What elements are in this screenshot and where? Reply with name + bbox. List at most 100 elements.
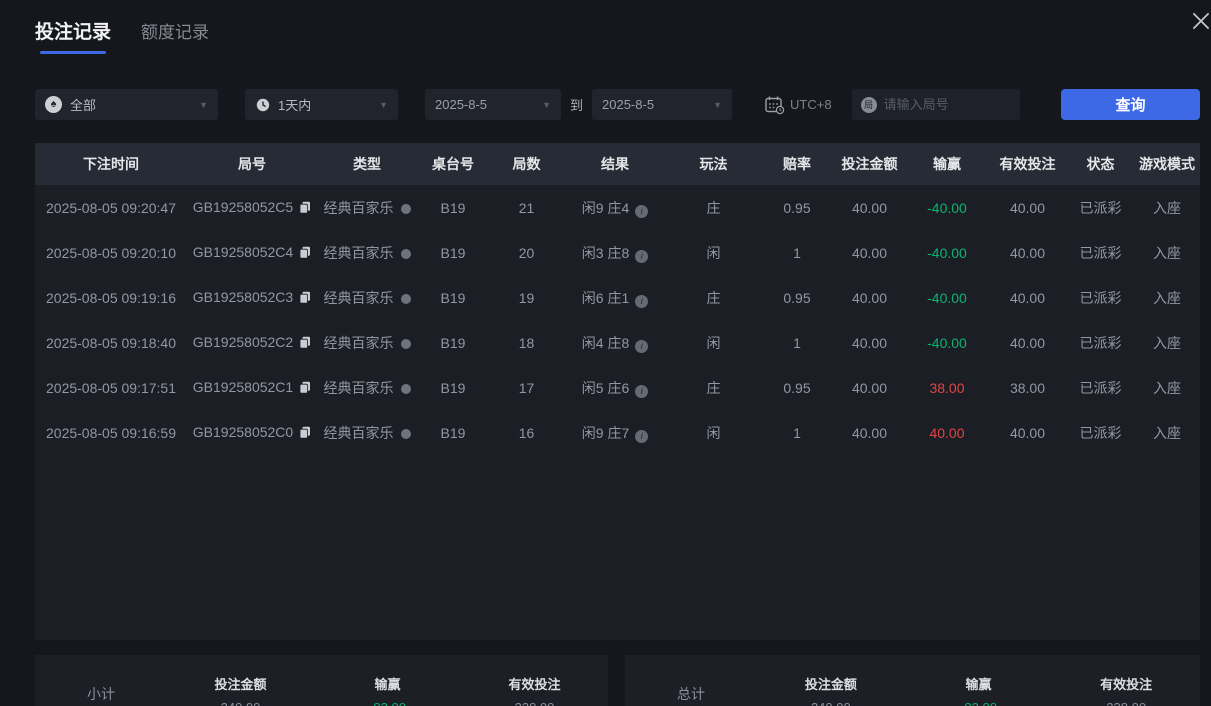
round-count: 20 xyxy=(518,244,535,261)
status: 已派彩 xyxy=(1079,244,1122,261)
game-mode-cell: 入座 xyxy=(1134,275,1200,320)
summary-bar: 小计 投注金额 240.00 输赢 -82.00 有效投注 238.00 总计 … xyxy=(35,655,1200,706)
column-header: 输赢 xyxy=(933,156,961,172)
round-number-input[interactable] xyxy=(883,97,1011,112)
valid-bet-cell: 40.00 xyxy=(988,275,1067,320)
date-from-value: 2025-8-5 xyxy=(435,97,488,112)
info-icon[interactable]: i xyxy=(635,249,649,263)
odds-cell: 0.95 xyxy=(761,185,833,230)
odds-cell: 0.95 xyxy=(761,275,833,320)
round-id-cell: GB19258052C5 xyxy=(187,185,317,230)
copy-icon[interactable] xyxy=(299,381,311,397)
info-icon[interactable]: i xyxy=(635,204,649,218)
win-loss-cell: -40.00 xyxy=(906,275,988,320)
play-method: 闲 xyxy=(706,244,721,261)
date-from-dropdown[interactable]: 2025-8-5 ▼ xyxy=(425,89,561,120)
play-method: 庄 xyxy=(706,379,721,396)
copy-icon[interactable] xyxy=(299,336,311,352)
bet-amount: 40.00 xyxy=(851,424,888,441)
valid-bet-cell: 40.00 xyxy=(988,410,1067,455)
play-method: 闲 xyxy=(706,424,721,441)
table-no-cell: B19 xyxy=(417,185,489,230)
tab-quota-records[interactable]: 额度记录 xyxy=(141,18,209,43)
tab-label: 投注记录 xyxy=(35,22,112,43)
table-row[interactable]: 2025-08-05 09:19:16 GB19258052C3 经典百家乐 B… xyxy=(35,275,1200,320)
bet-time-cell: 2025-08-05 09:20:47 xyxy=(35,185,187,230)
copy-icon[interactable] xyxy=(299,426,311,442)
tab-label: 额度记录 xyxy=(141,23,210,42)
bet-amount: 40.00 xyxy=(851,334,888,351)
copy-icon[interactable] xyxy=(299,246,311,262)
round-number-field[interactable]: 局 xyxy=(851,89,1020,120)
status-cell: 已派彩 xyxy=(1067,365,1134,410)
game-type-cell: 经典百家乐 xyxy=(317,365,417,410)
odds-cell: 1 xyxy=(761,410,833,455)
odds: 1 xyxy=(793,424,801,441)
result-cell: 闲4 庄8 i xyxy=(564,320,666,365)
table-row[interactable]: 2025-08-05 09:18:40 GB19258052C2 经典百家乐 B… xyxy=(35,320,1200,365)
copy-icon[interactable] xyxy=(299,201,311,217)
result: 闲3 庄8 xyxy=(581,244,630,261)
query-button[interactable]: 查询 xyxy=(1061,89,1200,120)
records-table: 下注时间 局号 类型 桌台号 局数 结果 玩法 赔率 投注金额 输赢 有效投注 状态 游戏模式 2025… xyxy=(35,143,1200,640)
bet-amount: 40.00 xyxy=(851,379,888,396)
table-no: B19 xyxy=(440,424,466,441)
date-to-dropdown[interactable]: 2025-8-5 ▼ xyxy=(592,89,733,120)
table-row[interactable]: 2025-08-05 09:20:47 GB19258052C5 经典百家乐 B… xyxy=(35,185,1200,230)
status: 已派彩 xyxy=(1079,424,1122,441)
round-count-cell: 16 xyxy=(489,410,564,455)
total-bet-amount: 投注金额 240.00 xyxy=(804,677,857,706)
round-id-cell: GB19258052C0 xyxy=(187,410,317,455)
bet-time: 2025-08-05 09:19:16 xyxy=(46,289,176,306)
round-id-cell: GB19258052C4 xyxy=(187,230,317,275)
status-dot-icon xyxy=(400,293,411,304)
win-loss: 40.00 xyxy=(929,424,965,441)
column-header: 投注金额 xyxy=(841,156,898,172)
table-no: B19 xyxy=(440,199,466,216)
date-to-value: 2025-8-5 xyxy=(602,97,655,112)
game-type-dropdown[interactable]: ♠ 全部 ▼ xyxy=(35,89,218,120)
info-icon[interactable]: i xyxy=(635,384,649,398)
column-header: 下注时间 xyxy=(83,156,139,172)
status-cell: 已派彩 xyxy=(1067,230,1134,275)
bet-amount-cell: 40.00 xyxy=(833,185,906,230)
play-method-cell: 闲 xyxy=(666,320,761,365)
play-method-cell: 闲 xyxy=(666,410,761,455)
valid-bet: 38.00 xyxy=(1009,379,1046,396)
odds: 1 xyxy=(793,334,801,351)
status-dot-icon xyxy=(400,248,411,259)
table-row[interactable]: 2025-08-05 09:20:10 GB19258052C4 经典百家乐 B… xyxy=(35,230,1200,275)
bet-time-cell: 2025-08-05 09:16:59 xyxy=(35,410,187,455)
bet-time: 2025-08-05 09:17:51 xyxy=(46,379,176,396)
tab-betting-records[interactable]: 投注记录 xyxy=(35,17,111,54)
odds-cell: 0.95 xyxy=(761,365,833,410)
game-type: 经典百家乐 xyxy=(323,379,394,396)
win-loss-cell: -40.00 xyxy=(906,320,988,365)
table-row[interactable]: 2025-08-05 09:17:51 GB19258052C1 经典百家乐 B… xyxy=(35,365,1200,410)
status-dot-icon xyxy=(400,383,411,394)
valid-bet: 40.00 xyxy=(1009,334,1046,351)
chevron-down-icon: ▼ xyxy=(199,99,208,110)
table-row[interactable]: 2025-08-05 09:16:59 GB19258052C0 经典百家乐 B… xyxy=(35,410,1200,455)
status-cell: 已派彩 xyxy=(1067,185,1134,230)
bet-time-cell: 2025-08-05 09:20:10 xyxy=(35,230,187,275)
table-no-cell: B19 xyxy=(417,410,489,455)
copy-icon[interactable] xyxy=(299,291,311,307)
info-icon[interactable]: i xyxy=(635,294,649,308)
spade-icon: ♠ xyxy=(45,96,62,113)
close-icon[interactable] xyxy=(1188,8,1211,34)
total-win-loss: 输赢 -82.00 xyxy=(960,677,997,706)
status: 已派彩 xyxy=(1079,334,1122,351)
round-id: GB19258052C2 xyxy=(192,333,294,350)
round-count: 21 xyxy=(518,199,535,216)
round-id-cell: GB19258052C3 xyxy=(187,275,317,320)
chevron-down-icon: ▼ xyxy=(713,99,723,110)
status-dot-icon xyxy=(400,203,411,214)
info-icon[interactable]: i xyxy=(635,339,649,353)
info-icon[interactable]: i xyxy=(635,429,649,443)
column-header: 有效投注 xyxy=(999,156,1056,172)
time-range-dropdown[interactable]: 1天内 ▼ xyxy=(245,89,398,120)
status-cell: 已派彩 xyxy=(1067,320,1134,365)
subtotal-panel: 小计 投注金额 240.00 输赢 -82.00 有效投注 238.00 xyxy=(35,655,608,706)
round-id: GB19258052C1 xyxy=(192,378,294,395)
